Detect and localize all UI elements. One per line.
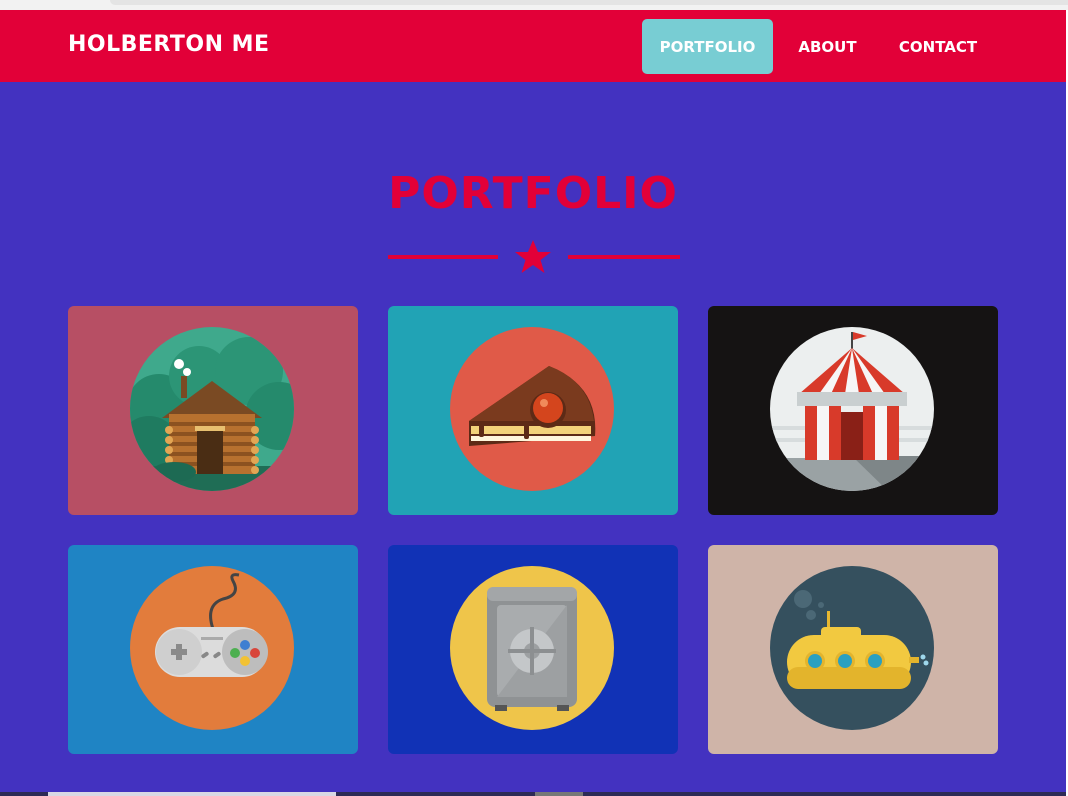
portfolio-card-safe[interactable] bbox=[388, 545, 678, 754]
submarine-icon bbox=[770, 566, 934, 730]
navbar: HOLBERTON ME PORTFOLIO ABOUT CONTACT bbox=[0, 10, 1066, 82]
scrollbar-thumb[interactable] bbox=[48, 792, 336, 796]
section-title: PORTFOLIO bbox=[388, 168, 678, 219]
scrollbar-marker bbox=[535, 792, 583, 796]
nav-about[interactable]: ABOUT bbox=[773, 19, 882, 74]
nav-contact[interactable]: CONTACT bbox=[882, 19, 994, 74]
portfolio-card-cabin[interactable] bbox=[68, 306, 358, 515]
portfolio-card-tent[interactable] bbox=[708, 306, 998, 515]
circus-tent-icon bbox=[770, 327, 934, 491]
star-icon bbox=[515, 240, 551, 273]
divider-line-right bbox=[568, 255, 680, 259]
brand-logo[interactable]: HOLBERTON ME bbox=[68, 32, 270, 57]
safe-icon bbox=[450, 566, 614, 730]
star-divider bbox=[388, 238, 680, 278]
nav-portfolio[interactable]: PORTFOLIO bbox=[642, 19, 773, 74]
divider-line-left bbox=[388, 255, 498, 259]
portfolio-card-submarine[interactable] bbox=[708, 545, 998, 754]
horizontal-scrollbar[interactable] bbox=[0, 792, 1066, 796]
address-bar-edge bbox=[110, 0, 1068, 5]
portfolio-card-controller[interactable] bbox=[68, 545, 358, 754]
cake-slice-icon bbox=[450, 327, 614, 491]
game-controller-icon bbox=[130, 566, 294, 730]
main-nav: PORTFOLIO ABOUT CONTACT bbox=[642, 19, 994, 74]
log-cabin-icon bbox=[130, 327, 294, 491]
browser-top-strip bbox=[0, 0, 1068, 10]
portfolio-card-cake[interactable] bbox=[388, 306, 678, 515]
